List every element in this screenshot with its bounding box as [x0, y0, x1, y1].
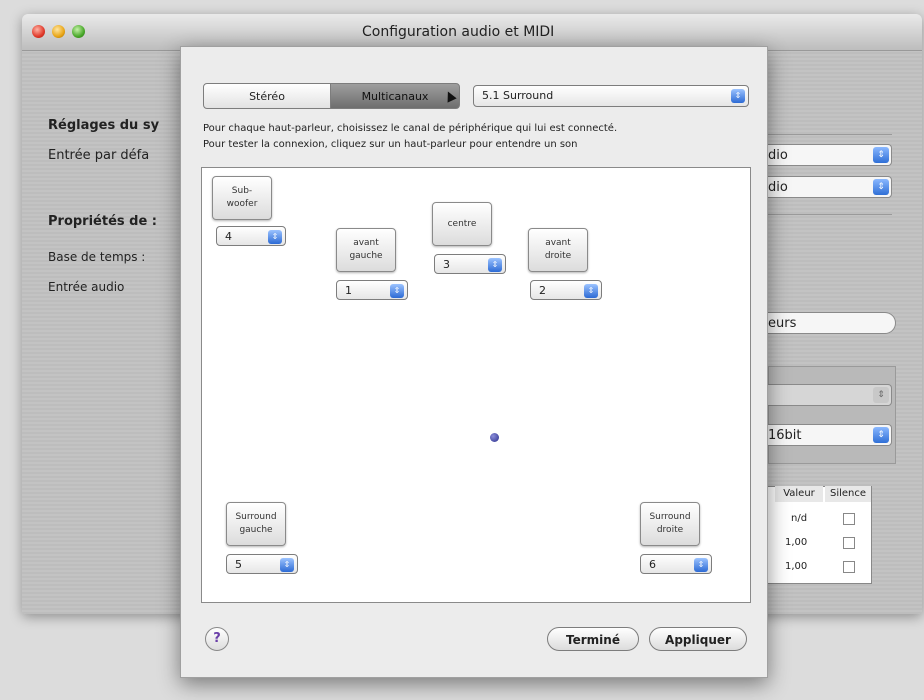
front-left-channel-value: 1 [345, 284, 352, 297]
popup-arrows-icon: ⇕ [584, 284, 598, 298]
front-right-channel-select[interactable]: 2 ⇕ [530, 280, 602, 300]
surround-right-channel-select[interactable]: 6 ⇕ [640, 554, 712, 574]
configure-speakers-sheet: Stéréo Multicanaux 5.1 Surround ⇕ Pour c… [180, 46, 768, 678]
divider [768, 214, 892, 215]
table-cell-value: n/d [791, 513, 808, 524]
default-output-popup[interactable]: dio ⇕ [762, 176, 892, 198]
properties-heading: Propriétés de : [48, 214, 158, 229]
configure-speakers-button[interactable]: eurs [762, 312, 896, 334]
surround-right-channel-value: 6 [649, 558, 656, 571]
tab-multichannel[interactable]: Multicanaux [330, 83, 460, 109]
center-channel-value: 3 [443, 258, 450, 271]
speaker-front-right-button[interactable]: avant droite [528, 228, 588, 272]
tab-stereo[interactable]: Stéréo [203, 83, 331, 109]
center-channel-select[interactable]: 3 ⇕ [434, 254, 506, 274]
default-input-value: dio [768, 148, 788, 163]
speaker-config-value: 5.1 Surround [482, 89, 554, 102]
surround-left-channel-value: 5 [235, 558, 242, 571]
popup-arrows-icon: ⇕ [280, 558, 294, 572]
surround-left-channel-select[interactable]: 5 ⇕ [226, 554, 298, 574]
mute-checkbox[interactable] [843, 537, 855, 549]
speaker-subwoofer-button[interactable]: Sub- woofer [212, 176, 272, 220]
zoom-window-button[interactable] [72, 25, 85, 38]
default-output-value: dio [768, 180, 788, 195]
front-left-channel-select[interactable]: 1 ⇕ [336, 280, 408, 300]
popup-arrows-icon: ⇕ [873, 387, 889, 403]
speaker-surround-right-button[interactable]: Surround droite [640, 502, 700, 546]
format-group-box [768, 366, 896, 464]
window-title: Configuration audio et MIDI [362, 24, 555, 40]
table-cell-value: 1,00 [785, 561, 808, 572]
popup-arrows-icon: ⇕ [873, 179, 889, 195]
minimize-window-button[interactable] [52, 25, 65, 38]
done-button[interactable]: Terminé [547, 627, 639, 651]
format-popup-disabled: ⇕ [762, 384, 892, 406]
popup-arrows-icon: ⇕ [873, 147, 889, 163]
speaker-surround-left-button[interactable]: Surround gauche [226, 502, 286, 546]
popup-arrows-icon: ⇕ [390, 284, 404, 298]
speaker-config-select[interactable]: 5.1 Surround ⇕ [473, 85, 749, 107]
instruction-line-2: Pour tester la connexion, cliquez sur un… [203, 139, 578, 150]
configure-speakers-label: eurs [768, 316, 797, 331]
instruction-line-1: Pour chaque haut-parleur, choisissez le … [203, 123, 618, 134]
bit-depth-popup[interactable]: 16bit ⇕ [762, 424, 892, 446]
popup-arrows-icon: ⇕ [873, 427, 889, 443]
timebase-label: Base de temps : [48, 250, 146, 264]
speaker-center-button[interactable]: centre [432, 202, 492, 246]
divider [768, 134, 892, 135]
mute-checkbox[interactable] [843, 513, 855, 525]
default-input-label: Entrée par défa [48, 148, 150, 163]
popup-arrows-icon: ⇕ [731, 89, 745, 103]
subwoofer-channel-select[interactable]: 4 ⇕ [216, 226, 286, 246]
system-settings-heading: Réglages du sy [48, 118, 160, 133]
front-right-channel-value: 2 [539, 284, 546, 297]
popup-arrows-icon: ⇕ [268, 230, 282, 244]
close-window-button[interactable] [32, 25, 45, 38]
speaker-layout-area: Sub- woofer 4 ⇕ avant gauche 1 ⇕ centre … [201, 167, 751, 603]
apply-button[interactable]: Appliquer [649, 627, 747, 651]
listener-position-icon [490, 433, 499, 442]
bit-depth-value: 16bit [768, 428, 802, 443]
speaker-front-left-button[interactable]: avant gauche [336, 228, 396, 272]
help-button[interactable]: ? [205, 627, 229, 651]
audio-input-label: Entrée audio [48, 280, 125, 294]
popup-arrows-icon: ⇕ [694, 558, 708, 572]
popup-arrows-icon: ⇕ [488, 258, 502, 272]
table-header-value: Valeur [775, 486, 823, 502]
subwoofer-channel-value: 4 [225, 230, 232, 243]
mute-checkbox[interactable] [843, 561, 855, 573]
default-input-popup[interactable]: dio ⇕ [762, 144, 892, 166]
table-cell-value: 1,00 [785, 537, 808, 548]
table-header-mute: Silence [825, 486, 871, 502]
